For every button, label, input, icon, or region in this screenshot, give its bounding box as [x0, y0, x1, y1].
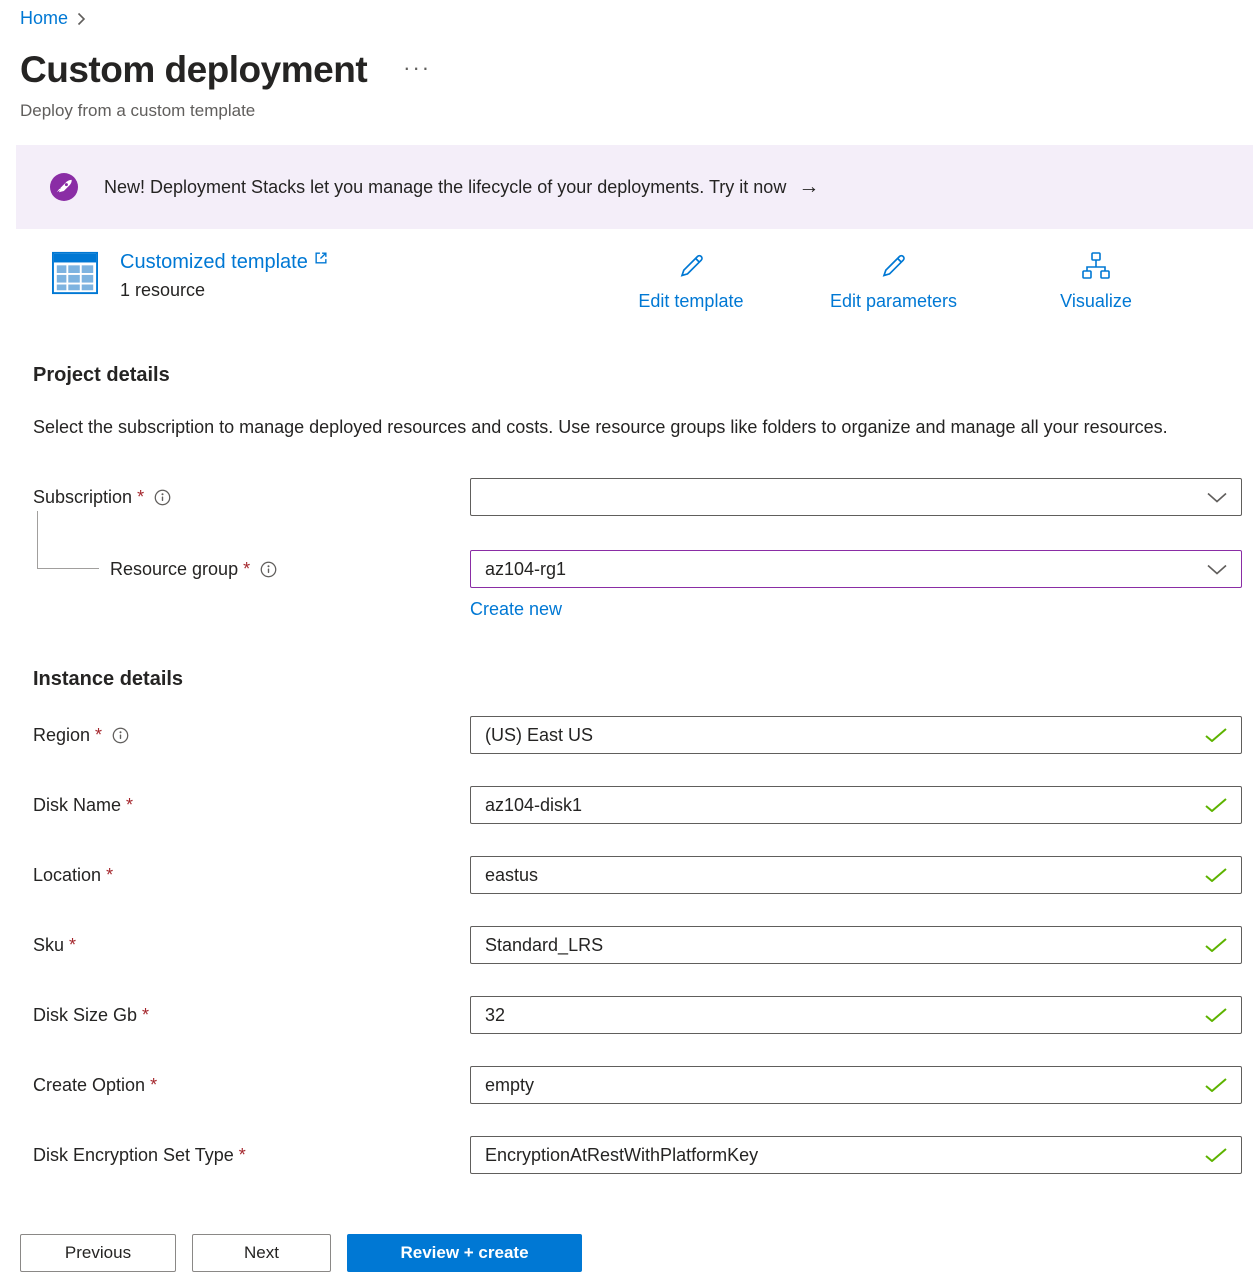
previous-button[interactable]: Previous: [20, 1234, 176, 1272]
create-option-row: Create Option * empty: [33, 1065, 1242, 1105]
required-asterisk: *: [126, 795, 133, 816]
valid-check-icon: [1195, 868, 1227, 882]
template-link-label: Customized template: [120, 251, 308, 274]
edit-template-label: Edit template: [638, 291, 743, 312]
deployment-form: Project details Select the subscription …: [33, 364, 1242, 1175]
valid-check-icon: [1195, 798, 1227, 812]
template-icon: [52, 251, 98, 295]
tree-connector-line: [37, 511, 99, 569]
required-asterisk: *: [243, 559, 250, 580]
create-new-link[interactable]: Create new: [470, 599, 562, 620]
disk-size-label: Disk Size Gb: [33, 1005, 137, 1026]
disk-encryption-set-type-label: Disk Encryption Set Type: [33, 1145, 234, 1166]
create-option-label: Create Option: [33, 1075, 145, 1096]
disk-encryption-set-type-value: EncryptionAtRestWithPlatformKey: [485, 1145, 758, 1166]
rocket-icon: [50, 173, 78, 201]
chevron-down-icon: [1197, 564, 1227, 575]
sku-value: Standard_LRS: [485, 935, 603, 956]
create-option-value: empty: [485, 1075, 534, 1096]
valid-check-icon: [1195, 1148, 1227, 1162]
create-option-input[interactable]: empty: [470, 1066, 1242, 1104]
visualize-label: Visualize: [1060, 291, 1132, 312]
page-subtitle: Deploy from a custom template: [20, 101, 1253, 121]
breadcrumb-chevron-icon: [77, 12, 86, 26]
deployment-stacks-banner[interactable]: New! Deployment Stacks let you manage th…: [16, 145, 1253, 229]
banner-message: New! Deployment Stacks let you manage th…: [104, 177, 786, 198]
disk-name-input[interactable]: az104-disk1: [470, 786, 1242, 824]
required-asterisk: *: [137, 487, 144, 508]
required-asterisk: *: [69, 935, 76, 956]
edit-template-button[interactable]: Edit template: [636, 251, 746, 312]
resource-count: 1 resource: [120, 280, 328, 301]
valid-check-icon: [1195, 728, 1227, 742]
subscription-row: Subscription *: [33, 477, 1242, 517]
disk-name-label: Disk Name: [33, 795, 121, 816]
edit-parameters-button[interactable]: Edit parameters: [830, 251, 957, 312]
location-label: Location: [33, 865, 101, 886]
project-details-heading: Project details: [33, 364, 1242, 387]
chevron-down-icon: [1197, 492, 1227, 503]
sku-label: Sku: [33, 935, 64, 956]
visualize-button[interactable]: Visualize: [1041, 251, 1151, 312]
instance-details-heading: Instance details: [33, 668, 1242, 691]
disk-encryption-set-type-row: Disk Encryption Set Type * EncryptionAtR…: [33, 1135, 1242, 1175]
info-icon[interactable]: [112, 727, 129, 744]
page-header: Custom deployment ···: [20, 47, 1253, 93]
breadcrumb-home-link[interactable]: Home: [20, 8, 68, 29]
disk-size-value: 32: [485, 1005, 505, 1026]
template-actions: Edit template Edit parameters: [636, 251, 1151, 312]
project-rows: Subscription *: [33, 477, 1242, 589]
region-input[interactable]: (US) East US: [470, 716, 1242, 754]
required-asterisk: *: [106, 865, 113, 886]
resource-group-value: az104-rg1: [485, 559, 566, 580]
customized-template-link[interactable]: Customized template: [120, 251, 328, 274]
page-title: Custom deployment: [20, 47, 367, 93]
info-icon[interactable]: [260, 561, 277, 578]
subscription-label: Subscription: [33, 487, 132, 508]
custom-deployment-page: Home Custom deployment ··· Deploy from a…: [0, 0, 1253, 1280]
resource-group-label: Resource group: [110, 559, 238, 580]
breadcrumb: Home: [20, 8, 1253, 29]
disk-encryption-set-type-input[interactable]: EncryptionAtRestWithPlatformKey: [470, 1136, 1242, 1174]
pencil-icon: [676, 251, 706, 281]
required-asterisk: *: [150, 1075, 157, 1096]
required-asterisk: *: [239, 1145, 246, 1166]
more-options-button[interactable]: ···: [403, 57, 431, 79]
valid-check-icon: [1195, 1008, 1227, 1022]
project-details-description: Select the subscription to manage deploy…: [33, 411, 1183, 443]
valid-check-icon: [1195, 1078, 1227, 1092]
disk-name-row: Disk Name * az104-disk1: [33, 785, 1242, 825]
edit-parameters-label: Edit parameters: [830, 291, 957, 312]
required-asterisk: *: [142, 1005, 149, 1026]
external-link-icon: [314, 251, 328, 265]
pencil-icon: [878, 251, 908, 281]
hierarchy-icon: [1081, 251, 1111, 281]
region-value: (US) East US: [485, 725, 593, 746]
location-input[interactable]: eastus: [470, 856, 1242, 894]
valid-check-icon: [1195, 938, 1227, 952]
location-row: Location * eastus: [33, 855, 1242, 895]
disk-size-input[interactable]: 32: [470, 996, 1242, 1034]
required-asterisk: *: [95, 725, 102, 746]
template-summary: Customized template 1 resource Edit temp…: [52, 251, 1197, 312]
info-icon[interactable]: [154, 489, 171, 506]
resource-group-row: Resource group * az104-rg1: [33, 549, 1242, 589]
sku-input[interactable]: Standard_LRS: [470, 926, 1242, 964]
region-label: Region: [33, 725, 90, 746]
review-create-button[interactable]: Review + create: [347, 1234, 582, 1272]
resource-group-dropdown[interactable]: az104-rg1: [470, 550, 1242, 588]
wizard-footer: Previous Next Review + create: [0, 1208, 1253, 1280]
disk-name-value: az104-disk1: [485, 795, 582, 816]
region-row: Region * (US) East US: [33, 715, 1242, 755]
arrow-right-icon: →: [798, 175, 819, 199]
sku-row: Sku * Standard_LRS: [33, 925, 1242, 965]
location-value: eastus: [485, 865, 538, 886]
subscription-dropdown[interactable]: [470, 478, 1242, 516]
next-button[interactable]: Next: [192, 1234, 331, 1272]
disk-size-row: Disk Size Gb * 32: [33, 995, 1242, 1035]
